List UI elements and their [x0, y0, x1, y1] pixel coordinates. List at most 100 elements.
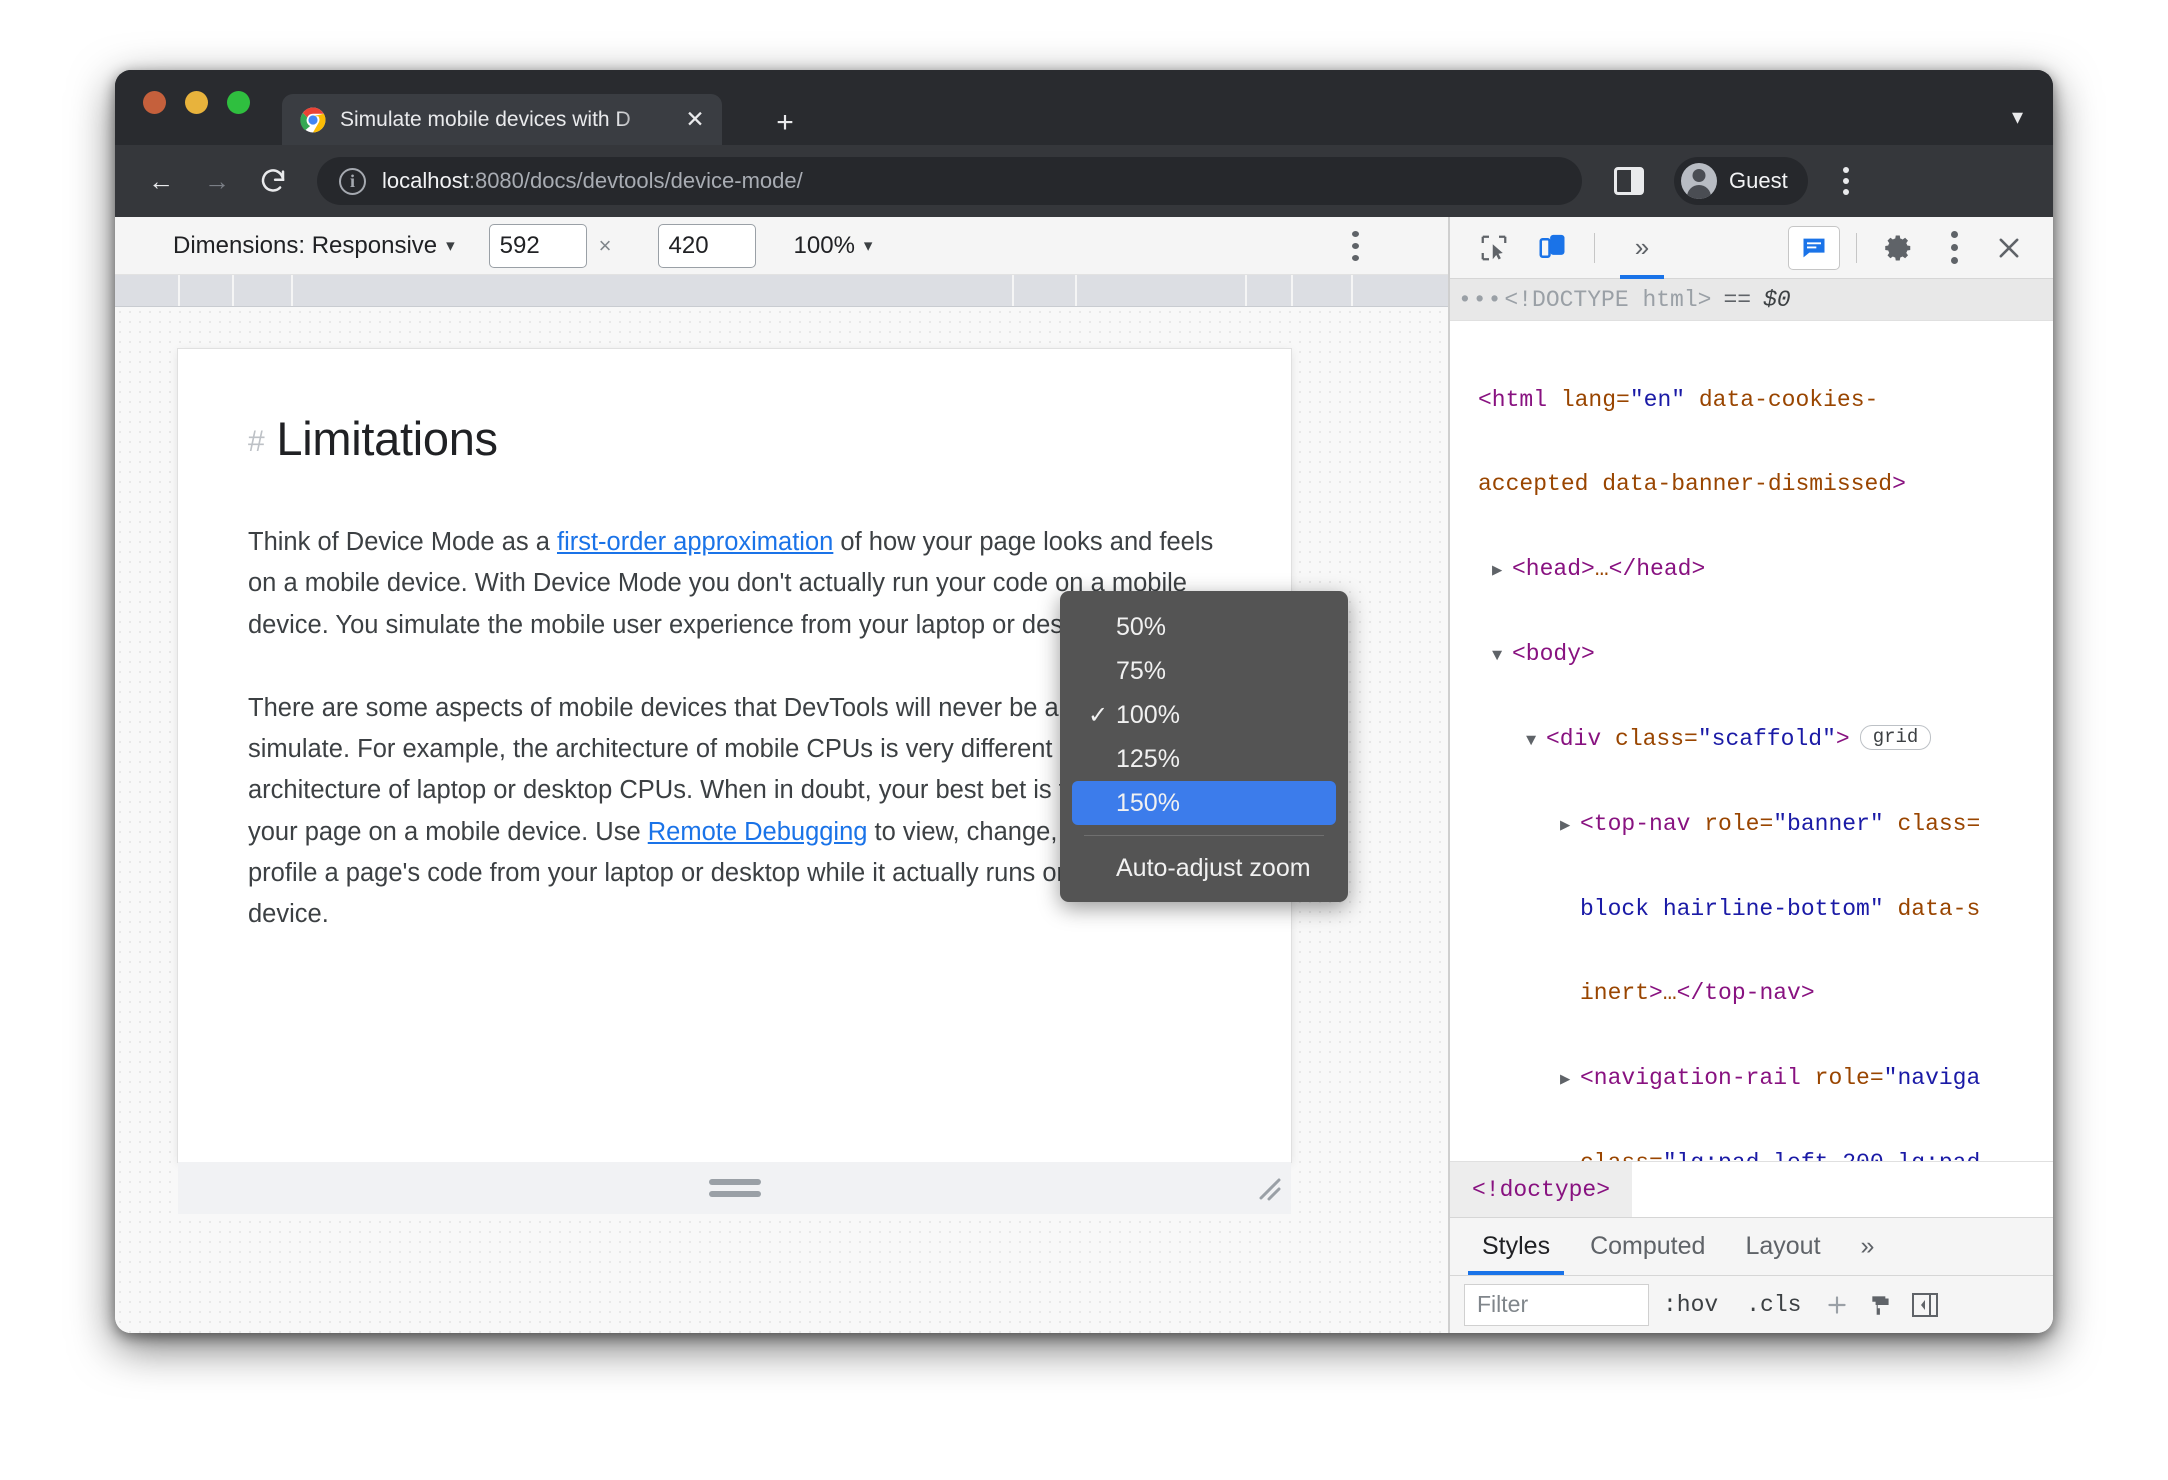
browser-tab[interactable]: Simulate mobile devices with D ✕ [282, 94, 722, 145]
device-toolbar-icon[interactable] [1526, 226, 1578, 270]
zoom-menu-item-100[interactable]: ✓ 100% [1072, 693, 1336, 737]
account-avatar-icon [1681, 163, 1717, 199]
device-more-options-icon[interactable] [1340, 231, 1370, 261]
zoom-menu-label: 125% [1116, 744, 1180, 773]
dom-line[interactable]: inert>…</top-nav> [1450, 979, 2053, 1007]
close-window-button[interactable] [143, 91, 166, 114]
feedback-message-icon[interactable] [1788, 225, 1840, 270]
zoom-dropdown-menu[interactable]: 50% 75% ✓ 100% 125% 150% Auto-adjust zoo… [1060, 591, 1348, 902]
tab-computed[interactable]: Computed [1570, 1218, 1725, 1275]
url-text: localhost:8080/docs/devtools/device-mode… [382, 168, 803, 194]
doctype-node-row[interactable]: ••• <!DOCTYPE html> == $0 [1450, 279, 2053, 321]
styles-filter-bar: Filter :hov .cls [1450, 1275, 2053, 1333]
zoom-menu-item-50[interactable]: 50% [1072, 605, 1336, 649]
remote-debugging-link[interactable]: Remote Debugging [648, 818, 868, 846]
zoom-menu-item-150[interactable]: 150% [1072, 781, 1336, 825]
dom-line[interactable]: <body> [1450, 640, 2053, 668]
width-input[interactable]: 592 [488, 223, 587, 268]
filter-input[interactable]: Filter [1464, 1283, 1649, 1326]
page-heading: # Limitations [248, 411, 1221, 466]
first-order-approximation-link[interactable]: first-order approximation [557, 528, 833, 556]
browser-window: Simulate mobile devices with D ✕ + ▾ ← →… [115, 70, 2053, 1333]
tab-styles[interactable]: Styles [1462, 1218, 1570, 1275]
browser-content: Dimensions: Responsive ▾ 592 × 420 100% … [115, 217, 2053, 1333]
dom-line[interactable]: <html lang="en" data-cookies- [1450, 386, 2053, 414]
close-icon[interactable] [1983, 226, 2035, 270]
new-tab-button[interactable]: + [770, 108, 800, 138]
chevron-down-icon[interactable]: ▾ [446, 236, 455, 256]
device-mode-toolbar: Dimensions: Responsive ▾ 592 × 420 100% … [115, 217, 1448, 275]
maximize-window-button[interactable] [227, 91, 250, 114]
more-panels-icon[interactable]: » [1611, 217, 1673, 279]
grid-badge[interactable]: grid [1859, 724, 1932, 751]
zoom-menu-item-125[interactable]: 125% [1072, 737, 1336, 781]
kebab-menu-icon[interactable] [1824, 159, 1868, 203]
heading-anchor-hash[interactable]: # [248, 425, 265, 458]
zoom-menu-label: Auto-adjust zoom [1116, 853, 1311, 882]
zoom-menu-label: 50% [1116, 612, 1167, 641]
dimension-separator: × [598, 232, 612, 258]
check-icon: ✓ [1088, 701, 1109, 729]
page-title: Limitations [276, 412, 498, 465]
height-input[interactable]: 420 [657, 223, 756, 268]
screenshot-root: Simulate mobile devices with D ✕ + ▾ ← →… [0, 0, 2168, 1480]
dom-line[interactable]: <head>…</head> [1450, 555, 2053, 583]
dom-line[interactable]: <div class="scaffold">grid [1450, 724, 2053, 753]
profile-name: Guest [1729, 168, 1788, 193]
kebab-menu-icon[interactable] [1931, 226, 1977, 270]
back-arrow-icon[interactable]: ← [137, 157, 185, 205]
toolbar-divider [1856, 232, 1857, 263]
menu-divider [1084, 835, 1324, 836]
devtools-toolbar: » [1450, 217, 2053, 279]
selection-ref: $0 [1763, 286, 1791, 313]
zoom-menu-label: 100% [1116, 700, 1180, 729]
zoom-dropdown[interactable]: 100% ▾ [794, 232, 873, 260]
profile-chip[interactable]: Guest [1674, 157, 1808, 205]
toolbar-divider [1594, 232, 1595, 263]
plus-icon[interactable] [1815, 1284, 1859, 1326]
close-icon[interactable]: ✕ [682, 108, 708, 131]
dom-line[interactable]: class="lg:pad-left-200 lg:pad [1450, 1149, 2053, 1161]
gear-icon[interactable] [1873, 226, 1925, 270]
zoom-menu-label: 75% [1116, 656, 1167, 685]
info-circle-icon[interactable]: i [339, 167, 366, 195]
node-ellipsis: ••• [1458, 286, 1503, 313]
dom-tree[interactable]: <html lang="en" data-cookies- accepted d… [1450, 321, 2053, 1161]
dom-line[interactable]: block hairline-bottom" data-s [1450, 895, 2053, 923]
zoom-menu-item-75[interactable]: 75% [1072, 649, 1336, 693]
dom-line[interactable]: accepted data-banner-dismissed> [1450, 470, 2053, 498]
address-bar[interactable]: i localhost:8080/docs/devtools/device-mo… [317, 157, 1582, 205]
paint-brush-icon[interactable] [1859, 1284, 1903, 1326]
window-traffic-lights [143, 91, 250, 114]
forward-arrow-icon[interactable]: → [193, 157, 241, 205]
inspect-element-icon[interactable] [1468, 226, 1520, 270]
omnibox-row: ← → i localhost:8080/docs/devtools/devic… [115, 145, 2053, 217]
breadcrumb-item-doctype[interactable]: <!doctype> [1450, 1162, 1633, 1217]
chevrons-right-icon[interactable]: » [1841, 1218, 1895, 1275]
side-panel-icon[interactable] [1614, 167, 1644, 195]
zoom-menu-item-auto-adjust[interactable]: Auto-adjust zoom [1072, 846, 1336, 890]
url-host: localhost [382, 168, 469, 193]
chevron-down-icon[interactable]: ▾ [2012, 104, 2023, 130]
dimensions-dropdown[interactable]: Dimensions: Responsive [173, 232, 437, 260]
cls-toggle[interactable]: .cls [1732, 1292, 1815, 1318]
viewport-bottom-bar [178, 1162, 1291, 1214]
device-canvas: # Limitations Think of Device Mode as a f… [115, 307, 1448, 1333]
chevron-down-icon[interactable]: ▾ [864, 236, 873, 256]
horizontal-resize-grip-icon[interactable] [708, 1179, 761, 1197]
reload-icon[interactable] [249, 157, 297, 205]
corner-resize-icon[interactable] [1255, 1176, 1281, 1202]
toggle-sidebar-icon[interactable] [1903, 1284, 1947, 1326]
tab-title: Simulate mobile devices with D [340, 107, 631, 131]
tab-layout[interactable]: Layout [1725, 1218, 1840, 1275]
zoom-menu-label: 150% [1116, 788, 1180, 817]
url-path: :8080/docs/devtools/device-mode/ [468, 168, 803, 193]
breadcrumb[interactable]: <!doctype> [1450, 1161, 2053, 1217]
chrome-logo-icon [300, 107, 326, 133]
dom-line[interactable]: <top-nav role="banner" class= [1450, 810, 2053, 838]
dom-line[interactable]: <navigation-rail role="naviga [1450, 1064, 2053, 1092]
minimize-window-button[interactable] [185, 91, 208, 114]
tab-strip: Simulate mobile devices with D ✕ + ▾ [115, 70, 2053, 145]
hov-toggle[interactable]: :hov [1649, 1292, 1732, 1318]
devtools-panel-tabs: Styles Computed Layout » [1450, 1217, 2053, 1275]
